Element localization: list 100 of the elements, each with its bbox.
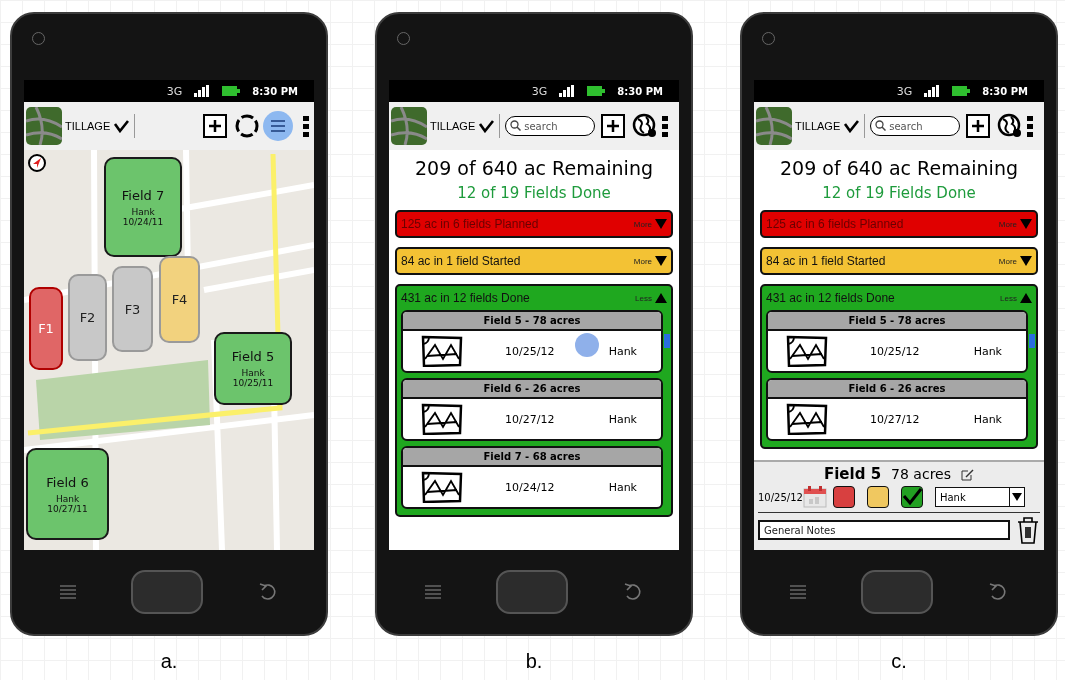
app-title[interactable]: TILLAGE xyxy=(65,120,111,132)
list-view-button[interactable] xyxy=(263,111,293,141)
field-date: 10/27/12 xyxy=(870,412,921,426)
caption: c. xyxy=(891,650,907,673)
status-checkbox[interactable] xyxy=(832,486,855,508)
field-date: 10/27/12 xyxy=(505,412,556,426)
field-date: 10/24/11 xyxy=(122,216,164,227)
globe-icon[interactable] xyxy=(632,113,659,139)
field-name: Field 5 xyxy=(824,465,882,483)
clock: 8:30 PM xyxy=(252,85,298,97)
operator-name: Hank xyxy=(55,493,80,504)
operator-name: Hank xyxy=(608,412,637,426)
field-acres: 78 acres xyxy=(891,466,951,482)
field-title: Field 5 - 78 acres xyxy=(403,312,661,331)
more-icon[interactable] xyxy=(661,115,670,137)
image-icon xyxy=(786,403,828,435)
caret-icon[interactable] xyxy=(113,119,130,133)
field-plot[interactable]: F2 xyxy=(68,274,107,361)
list-icon xyxy=(269,119,287,133)
add-button[interactable] xyxy=(966,114,991,138)
search-field[interactable]: search xyxy=(870,116,961,136)
plus-icon xyxy=(606,119,621,133)
field-card[interactable]: Field 6 - 26 acres 10/27/12 Hank xyxy=(766,378,1028,441)
edit-icon[interactable] xyxy=(961,467,974,481)
triangle-icon xyxy=(655,256,667,266)
image-icon xyxy=(421,403,463,435)
status-checkbox[interactable] xyxy=(900,486,923,508)
field-plot[interactable]: Field 6 Hank 10/27/11 xyxy=(26,448,109,540)
notes-field[interactable]: General Notes xyxy=(758,520,1010,540)
globe-icon[interactable] xyxy=(997,113,1024,139)
toggle-button[interactable]: More xyxy=(998,256,1032,266)
battery-icon xyxy=(952,86,971,96)
field-date: 10/25/12 xyxy=(505,344,556,358)
triangle-icon xyxy=(1020,219,1032,229)
home-button[interactable] xyxy=(131,570,203,614)
field-plot[interactable]: F3 xyxy=(112,266,153,352)
plus-icon xyxy=(208,119,222,133)
field-plot[interactable]: Field 5 Hank 10/25/11 xyxy=(214,332,292,405)
scroll-indicator xyxy=(1029,334,1035,348)
image-icon xyxy=(421,471,463,503)
trash-icon[interactable] xyxy=(1016,516,1040,544)
field-date: 10/27/11 xyxy=(47,503,88,514)
signal-icon xyxy=(559,85,576,97)
image-icon xyxy=(786,335,828,367)
more-icon[interactable] xyxy=(1026,115,1035,137)
search-field[interactable]: search xyxy=(505,116,596,136)
plus-icon xyxy=(971,119,986,133)
network-label: 3G xyxy=(166,84,183,98)
field-date: 10/25/12 xyxy=(870,344,921,358)
field-date: 10/25/11 xyxy=(232,378,274,388)
group-summary: 84 ac in 1 field Started xyxy=(401,254,521,268)
field-card[interactable]: Field 5 - 78 acres 10/25/12 Hank xyxy=(766,310,1028,373)
field-plot[interactable]: Field 7 Hank 10/24/11 xyxy=(104,157,182,257)
field-card[interactable]: Field 5 - 78 acres 10/25/12 Hank xyxy=(401,310,663,373)
field-title: Field 5 - 78 acres xyxy=(768,312,1026,331)
home-button[interactable] xyxy=(496,570,568,614)
remaining-acres: 209 of 640 ac Remaining xyxy=(780,156,1018,181)
status-checkbox[interactable] xyxy=(866,486,889,508)
battery-icon xyxy=(587,86,606,96)
operator-name: Hank xyxy=(241,368,265,378)
caret-icon[interactable] xyxy=(843,119,860,133)
group-summary: 431 ac in 12 fields Done xyxy=(401,291,530,305)
caret-icon xyxy=(1011,493,1022,501)
field-title: Field 6 - 26 acres xyxy=(768,380,1026,399)
field-label: Field 5 xyxy=(231,349,275,364)
triangle-icon xyxy=(1020,256,1032,266)
add-button[interactable] xyxy=(203,114,227,138)
compass-icon[interactable] xyxy=(27,153,47,173)
app-title[interactable]: TILLAGE xyxy=(795,120,841,132)
field-plot[interactable]: F4 xyxy=(159,256,200,343)
map-icon xyxy=(756,107,792,145)
operator-name: Hank xyxy=(973,412,1002,426)
app-title[interactable]: TILLAGE xyxy=(430,120,476,132)
group-summary: 431 ac in 12 fields Done xyxy=(766,291,895,305)
toggle-button[interactable]: More xyxy=(633,256,667,266)
field-date: 10/24/12 xyxy=(505,480,556,494)
triangle-icon xyxy=(1020,293,1032,303)
more-icon[interactable] xyxy=(302,115,310,137)
map-icon xyxy=(26,107,62,145)
caret-icon[interactable] xyxy=(478,119,495,133)
group-summary: 125 ac in 6 fields Planned xyxy=(401,217,539,231)
field-label: Field 7 xyxy=(121,187,165,203)
add-button[interactable] xyxy=(601,114,626,138)
signal-icon xyxy=(194,85,211,97)
field-label: F3 xyxy=(124,301,141,317)
triangle-icon xyxy=(655,293,667,303)
field-card[interactable]: Field 6 - 26 acres 10/27/12 Hank xyxy=(401,378,663,441)
home-button[interactable] xyxy=(861,570,933,614)
crosshair-icon[interactable] xyxy=(234,113,260,139)
operator-name: Hank xyxy=(608,480,637,494)
operator-dropdown[interactable]: Hank xyxy=(934,487,1025,507)
search-icon xyxy=(875,120,887,131)
clock: 8:30 PM xyxy=(982,85,1028,97)
caption: a. xyxy=(160,650,178,673)
calendar-icon[interactable] xyxy=(802,486,827,508)
toggle-button[interactable]: Less xyxy=(635,293,667,303)
toggle-button[interactable]: Less xyxy=(1000,293,1032,303)
remaining-acres: 209 of 640 ac Remaining xyxy=(415,156,653,181)
triangle-icon xyxy=(655,219,667,229)
field-card[interactable]: Field 7 - 68 acres 10/24/12 Hank xyxy=(401,446,663,509)
